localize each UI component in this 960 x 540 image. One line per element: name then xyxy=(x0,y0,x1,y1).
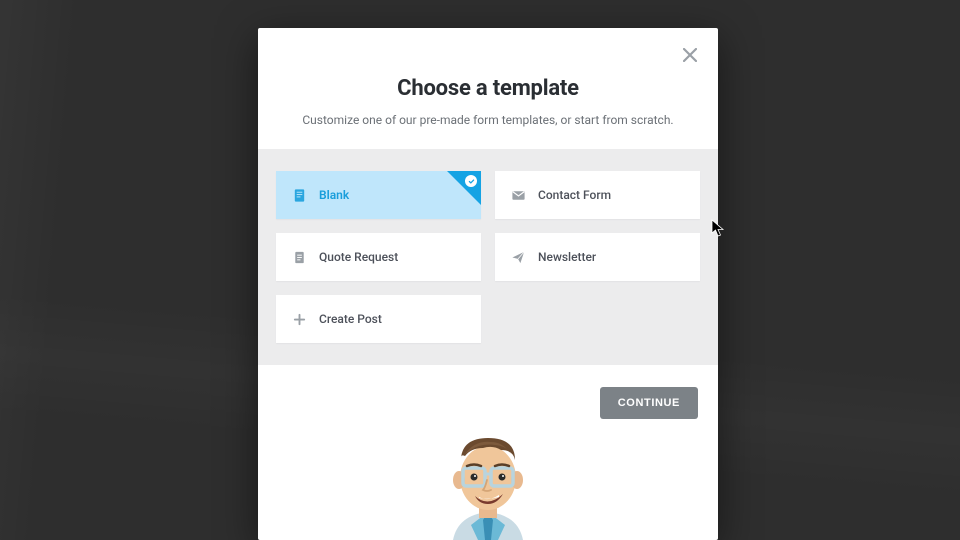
template-label: Contact Form xyxy=(538,188,611,202)
close-icon xyxy=(683,47,697,66)
mouse-cursor xyxy=(711,219,725,237)
template-option-blank[interactable]: Blank xyxy=(276,171,481,219)
check-icon xyxy=(465,175,477,187)
modal-subtitle: Customize one of our pre-made form templ… xyxy=(288,113,688,127)
template-option-newsletter[interactable]: Newsletter xyxy=(495,233,700,281)
template-label: Blank xyxy=(319,188,349,202)
template-label: Create Post xyxy=(319,312,382,326)
modal-title: Choose a template xyxy=(288,76,688,101)
template-grid: Blank Contact Form Quote Request Newslet… xyxy=(258,149,718,365)
document-icon xyxy=(290,186,308,204)
template-option-contact-form[interactable]: Contact Form xyxy=(495,171,700,219)
choose-template-modal: Choose a template Customize one of our p… xyxy=(258,28,718,540)
template-label: Newsletter xyxy=(538,250,596,264)
clipboard-icon xyxy=(290,248,308,266)
selected-corner xyxy=(447,171,481,205)
template-option-quote-request[interactable]: Quote Request xyxy=(276,233,481,281)
template-option-create-post[interactable]: Create Post xyxy=(276,295,481,343)
mascot-character xyxy=(423,430,553,540)
continue-button[interactable]: CONTINUE xyxy=(600,387,698,419)
close-button[interactable] xyxy=(680,46,700,66)
plus-icon xyxy=(290,310,308,328)
paper-plane-icon xyxy=(509,248,527,266)
modal-header: Choose a template Customize one of our p… xyxy=(258,28,718,149)
mail-icon xyxy=(509,186,527,204)
template-label: Quote Request xyxy=(319,250,398,264)
